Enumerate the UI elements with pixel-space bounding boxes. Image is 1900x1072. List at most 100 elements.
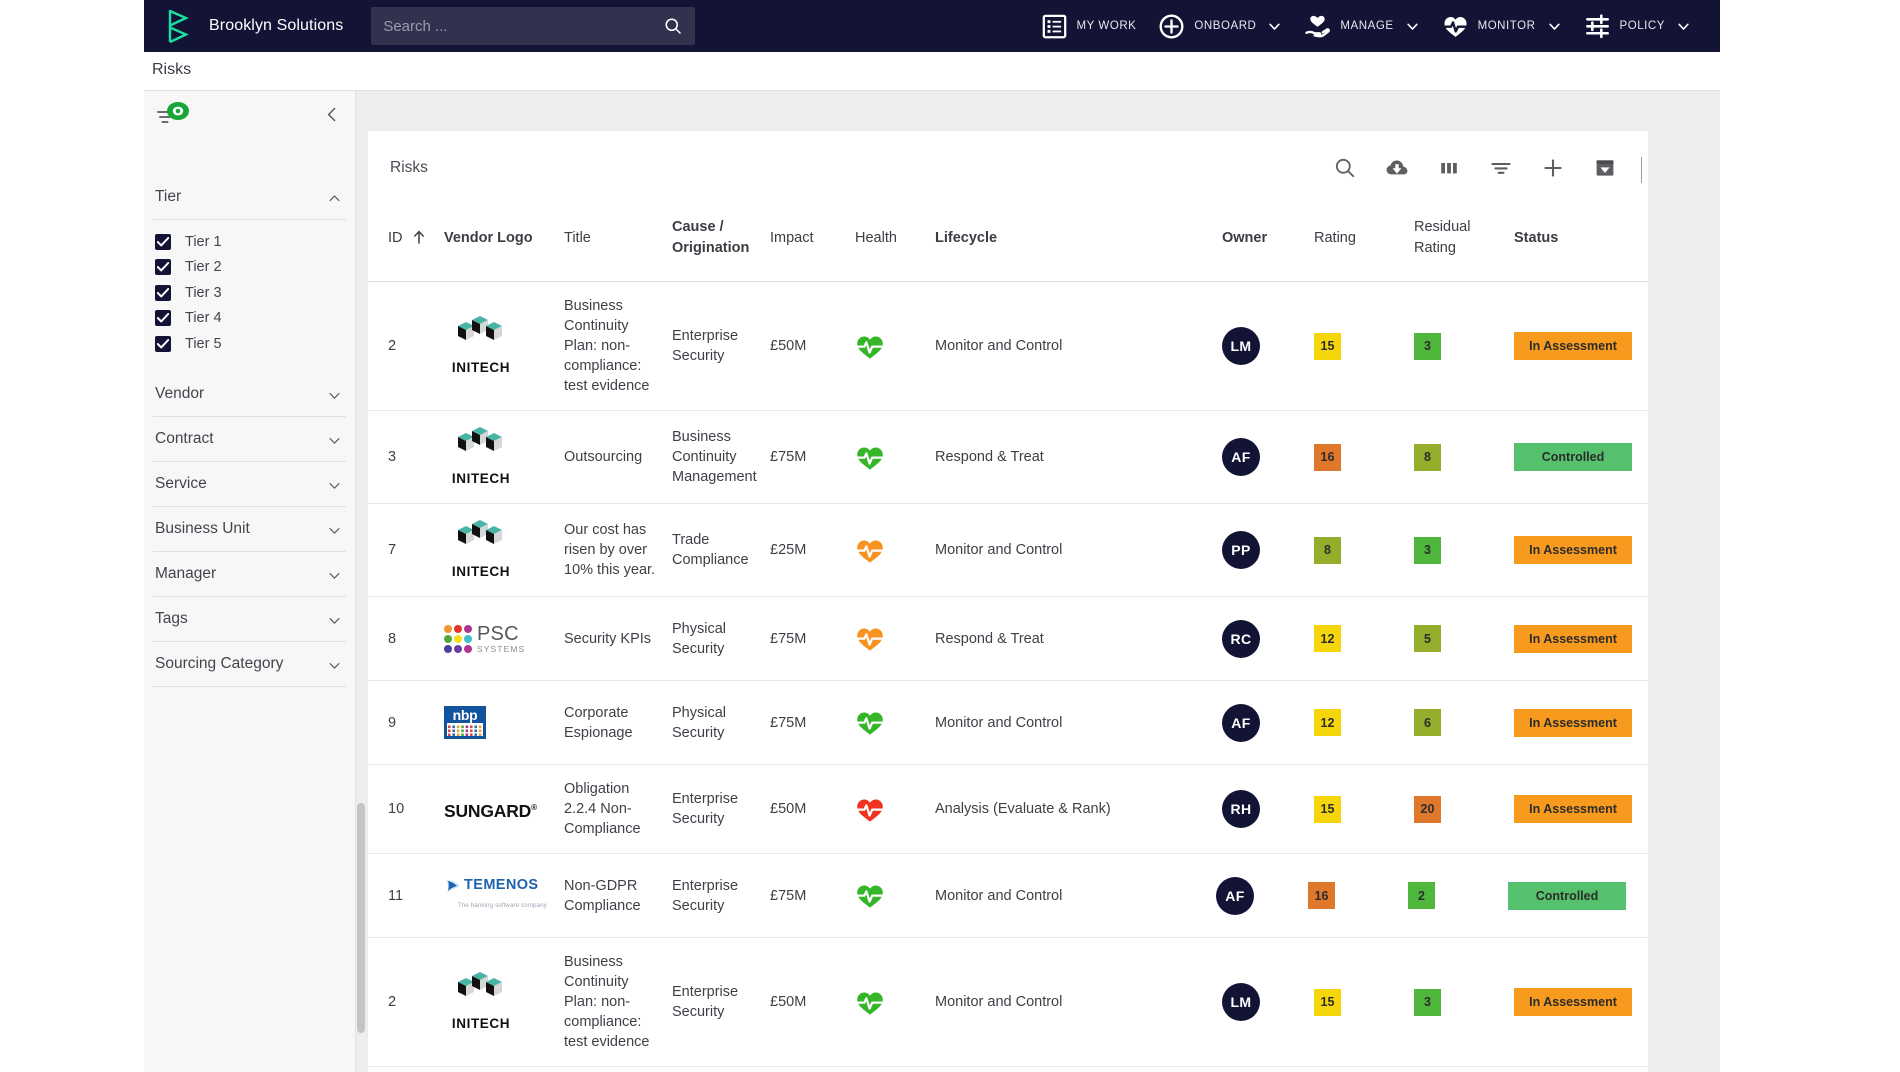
table-row[interactable]: 2 INITECH Business Continuity Plan: non-co… xyxy=(368,281,1648,411)
table-row[interactable]: 8 PSC SYSTEMS Security KPIs Physical Securit… xyxy=(368,596,1648,681)
sidebar-section-sourcing-category[interactable]: Sourcing Category xyxy=(153,642,346,687)
sidebar-filter-option[interactable]: Tier 4 xyxy=(153,306,346,332)
toolbar-search-button[interactable] xyxy=(1319,153,1371,187)
cell-lifecycle: Analysis (Evaluate & Rank) xyxy=(929,764,1216,854)
sidebar-section-service[interactable]: Service xyxy=(153,462,346,507)
nav-item-my-work[interactable]: MY WORK xyxy=(1030,0,1148,52)
toolbar-filter-button[interactable] xyxy=(1475,153,1527,187)
health-heart-icon xyxy=(855,625,923,652)
avatar[interactable]: AF xyxy=(1222,703,1260,742)
checkbox-checked-icon[interactable] xyxy=(155,335,171,352)
chevron-down-icon[interactable] xyxy=(327,433,342,448)
cell-vendor-logo: INITECH xyxy=(438,410,558,504)
filter-eye-icon[interactable] xyxy=(156,101,192,133)
sidebar-collapse-button[interactable] xyxy=(324,106,341,123)
chevron-down-icon[interactable] xyxy=(327,568,342,583)
chevron-down-icon[interactable] xyxy=(1676,19,1691,34)
sidebar-section-tags[interactable]: Tags xyxy=(153,597,346,642)
avatar[interactable]: LM xyxy=(1222,983,1260,1021)
column-header-health[interactable]: Health xyxy=(849,207,929,282)
sidebar-filter-option[interactable]: Tier 5 xyxy=(153,331,346,357)
sidebar-section-vendor[interactable]: Vendor xyxy=(153,372,346,417)
table-row[interactable]: 3INITECHOutsourcingBusiness Continuity M… xyxy=(368,1066,1648,1072)
column-header-status[interactable]: Status xyxy=(1508,207,1648,282)
sidebar-section-manager[interactable]: Manager xyxy=(153,552,346,597)
risk-lifecycle: Monitor and Control xyxy=(935,542,1063,558)
cell-vendor-logo: SUNGARD® xyxy=(438,764,558,854)
brand[interactable]: Brooklyn Solutions xyxy=(166,8,343,44)
table-row[interactable]: 2 INITECH Business Continuity Plan: non-co… xyxy=(368,937,1648,1067)
chevron-down-icon[interactable] xyxy=(327,478,342,493)
checkbox-checked-icon[interactable] xyxy=(155,233,171,250)
table-row[interactable]: 10 SUNGARD® Obligation 2.2.4 Non-Complianc… xyxy=(368,764,1648,854)
content-scrollbar-thumb[interactable] xyxy=(357,803,365,1033)
nav-item-manage[interactable]: MANAGE xyxy=(1293,0,1430,52)
cell-owner: RH xyxy=(1216,764,1308,854)
sidebar-section-title: Vendor xyxy=(155,384,205,402)
chevron-down-icon[interactable] xyxy=(327,658,342,673)
column-header-logo[interactable]: Vendor Logo xyxy=(438,207,558,282)
cell-status: In Assessment xyxy=(1508,764,1648,854)
toolbar-download-button[interactable] xyxy=(1371,153,1423,187)
toolbar-archive-button[interactable] xyxy=(1579,153,1631,187)
content-scrollbar-track[interactable] xyxy=(356,91,366,1072)
column-header-label: Cause / Origination xyxy=(672,219,750,256)
sidebar-section-tier[interactable]: Tier xyxy=(153,175,346,220)
cell-owner: LM xyxy=(1216,281,1308,411)
avatar[interactable]: LM xyxy=(1222,327,1260,365)
column-header-owner[interactable]: Owner xyxy=(1216,207,1308,282)
avatar[interactable]: AF xyxy=(1216,876,1254,915)
table-row[interactable]: 7 INITECH Our cost has risen by over 10% t… xyxy=(368,503,1648,597)
column-header-label: Residual Rating xyxy=(1414,219,1471,256)
toolbar-add-button[interactable] xyxy=(1527,153,1579,187)
table-row[interactable]: 11 TEMENOS The banking software company Non… xyxy=(368,853,1648,938)
sidebar-filter-option[interactable]: Tier 3 xyxy=(153,280,346,306)
health-heart-icon xyxy=(855,709,923,736)
avatar[interactable]: RC xyxy=(1222,619,1260,658)
avatar[interactable]: AF xyxy=(1222,438,1260,476)
table-row[interactable]: 9 nbp Corporate Espionage Physical Security… xyxy=(368,680,1648,765)
avatar[interactable]: PP xyxy=(1222,531,1260,569)
nav-item-monitor[interactable]: MONITOR xyxy=(1431,0,1573,52)
sidebar-section-business-unit[interactable]: Business Unit xyxy=(153,507,346,552)
plus-circle-icon xyxy=(1158,13,1185,40)
risk-impact: £75M xyxy=(770,630,807,647)
table-row[interactable]: 3INITECHOutsourcingBusiness Continuity M… xyxy=(368,410,1648,504)
nav-label-my-work: MY WORK xyxy=(1076,20,1137,32)
cell-health xyxy=(849,410,929,504)
nav-item-onboard[interactable]: ONBOARD xyxy=(1147,0,1293,52)
search-icon[interactable] xyxy=(663,16,683,36)
checkbox-checked-icon[interactable] xyxy=(155,310,171,327)
toolbar-columns-button[interactable] xyxy=(1423,153,1475,187)
chevron-down-icon[interactable] xyxy=(1405,19,1420,34)
chevron-down-icon[interactable] xyxy=(327,523,342,538)
checkbox-checked-icon[interactable] xyxy=(155,284,171,301)
column-header-rating[interactable]: Rating xyxy=(1308,207,1408,282)
global-search-box[interactable] xyxy=(371,7,696,45)
sort-ascending-icon[interactable] xyxy=(412,230,426,244)
chevron-down-icon[interactable] xyxy=(327,613,342,628)
column-header-lifecycle[interactable]: Lifecycle xyxy=(929,207,1216,282)
chevron-up-icon[interactable] xyxy=(327,191,342,206)
cell-rating: 16 xyxy=(1308,853,1408,938)
risk-impact: £50M xyxy=(770,338,807,354)
sidebar-filter-option[interactable]: Tier 2 xyxy=(153,255,346,281)
search-input[interactable] xyxy=(383,17,664,35)
tab-risks[interactable]: Risks xyxy=(152,61,191,79)
rating-badge: 15 xyxy=(1314,988,1341,1016)
column-header-cause[interactable]: Cause / Origination xyxy=(666,207,764,282)
column-header-title[interactable]: Title xyxy=(558,207,666,282)
list-checklist-icon xyxy=(1041,13,1068,40)
sidebar-filter-option[interactable]: Tier 1 xyxy=(153,229,346,255)
sidebar-section-contract[interactable]: Contract xyxy=(153,417,346,462)
column-header-id[interactable]: ID xyxy=(368,207,438,282)
nav-item-policy[interactable]: POLICY xyxy=(1573,0,1702,52)
column-header-residual[interactable]: Residual Rating xyxy=(1408,207,1508,282)
chevron-down-icon[interactable] xyxy=(1547,19,1562,34)
chevron-down-icon[interactable] xyxy=(327,388,342,403)
chevron-down-icon[interactable] xyxy=(1267,19,1282,34)
column-header-impact[interactable]: Impact xyxy=(764,207,849,282)
health-heart-icon xyxy=(855,882,923,909)
checkbox-checked-icon[interactable] xyxy=(155,259,171,276)
avatar[interactable]: RH xyxy=(1222,790,1260,828)
